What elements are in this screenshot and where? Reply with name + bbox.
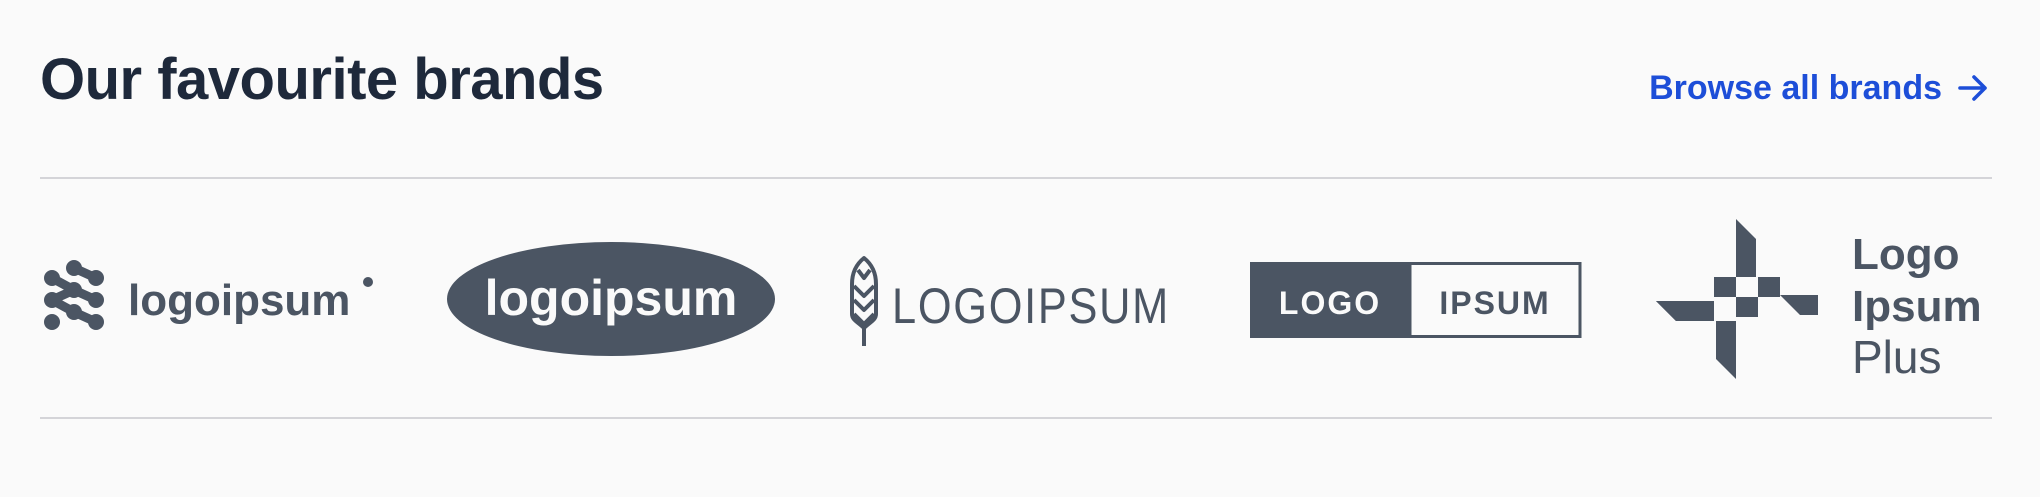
- browse-all-brands-link[interactable]: Browse all brands: [1649, 64, 1990, 112]
- divider-top: [40, 177, 1992, 179]
- brand-1-wordmark: logoipsum: [128, 276, 350, 325]
- brand-2-wordmark: logoipsum: [485, 270, 738, 326]
- brand-logo-3[interactable]: LOGOIPSUM: [846, 256, 1176, 346]
- brand-logo-4[interactable]: LOGO IPSUM: [1250, 262, 1582, 338]
- brand-5-line3: Plus: [1852, 331, 1941, 383]
- brands-section: Our favourite brands Browse all brands l…: [0, 0, 2040, 497]
- brand-4-word-right: IPSUM: [1439, 285, 1550, 321]
- brand-5-line1: Logo: [1852, 230, 1960, 279]
- arrow-right-icon: [1958, 75, 1987, 101]
- brand-4-word-left: LOGO: [1279, 285, 1381, 321]
- brand-5-line2: Ipsum: [1852, 282, 1982, 331]
- brand-3-wordmark: LOGOIPSUM: [892, 278, 1170, 334]
- pinwheel-icon: [1656, 219, 1818, 379]
- connected-dots-icon: [44, 260, 104, 330]
- registered-dot: [363, 277, 373, 287]
- section-title: Our favourite brands: [40, 47, 604, 112]
- brand-logo-2[interactable]: logoipsum: [446, 241, 776, 357]
- brand-logo-row: logoipsum logoipsum LOGOIPSUM LOGO IPSUM…: [40, 180, 1992, 417]
- wheat-icon: [850, 256, 878, 346]
- brand-logo-5[interactable]: Logo Ipsum Plus: [1656, 219, 1982, 383]
- brand-logo-1[interactable]: logoipsum: [40, 260, 380, 340]
- divider-bottom: [40, 417, 1992, 419]
- browse-all-brands-label: Browse all brands: [1649, 69, 1942, 107]
